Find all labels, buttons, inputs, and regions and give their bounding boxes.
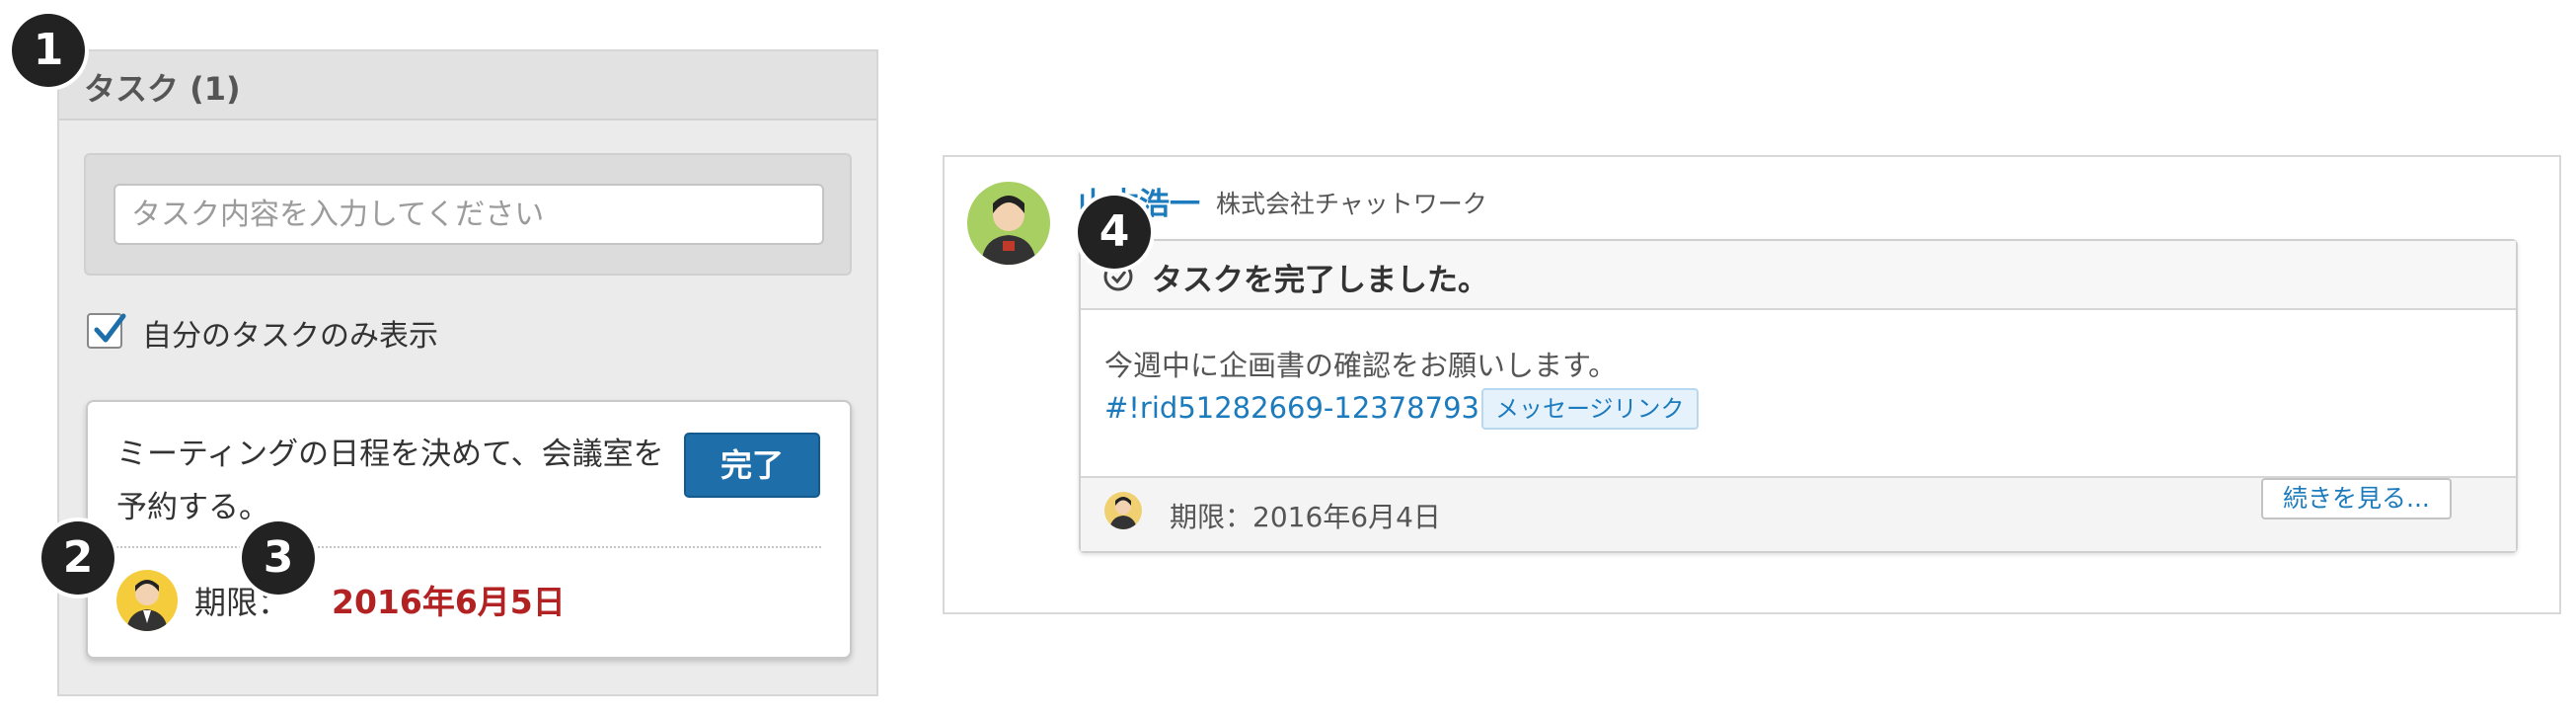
message-link[interactable]: #!rid51282669-1237879363 — [1104, 391, 1516, 425]
task-input-area — [84, 153, 852, 276]
chat-message: 山本浩一 株式会社チャットワーク タスクを完了しました。 今週中に企画書の確認を… — [943, 155, 2561, 614]
task-card: ミーティングの日程を決めて、会議室を予約する。 完了 期限： 2016年6月5日 — [86, 400, 852, 659]
complete-button[interactable]: 完了 — [684, 433, 820, 498]
task-body-text: 今週中に企画書の確認をお願いします。 — [1104, 349, 1618, 382]
task-completed-header: タスクを完了しました。 — [1081, 241, 2516, 310]
user-avatar-icon — [126, 580, 168, 631]
task-panel-header: タスク (1) — [59, 51, 876, 120]
sender-avatar[interactable] — [967, 182, 1050, 265]
task-completed-box: タスクを完了しました。 今週中に企画書の確認をお願いします。 #!rid5128… — [1079, 239, 2518, 553]
user-avatar-icon — [981, 196, 1036, 265]
due-date: 2016年6月5日 — [332, 583, 566, 621]
message-link-badge[interactable]: メッセージリンク — [1481, 388, 1699, 430]
task-description: ミーティングの日程を決めて、会議室を予約する。 — [116, 437, 664, 525]
task-panel-title: タスク (1) — [84, 70, 241, 108]
sender-organization: 株式会社チャットワーク — [1216, 190, 1487, 218]
task-divider — [116, 546, 821, 548]
task-box-footer: 続きを見る... 期限：2016年6月4日 — [1081, 476, 2516, 551]
checkbox-checked-icon — [94, 313, 126, 343]
read-more-button[interactable]: 続きを見る... — [2261, 478, 2452, 519]
assignee-avatar[interactable] — [116, 570, 178, 631]
callout-marker-3: 3 — [242, 521, 315, 595]
task-input[interactable] — [114, 184, 824, 245]
callout-marker-2: 2 — [41, 521, 114, 595]
my-tasks-only-checkbox[interactable] — [87, 313, 126, 349]
footer-due-date: 期限：2016年6月4日 — [1170, 501, 1441, 533]
callout-marker-4: 4 — [1078, 196, 1151, 269]
task-completed-title: タスクを完了しました。 — [1152, 263, 1488, 298]
user-avatar-icon — [1109, 497, 1137, 529]
my-tasks-only-label[interactable]: 自分のタスクのみ表示 — [142, 311, 438, 355]
callout-marker-1: 1 — [12, 14, 85, 87]
task-panel: タスク (1) 自分のタスクのみ表示 ミーティングの日程を決めて、会議室を予約す… — [57, 49, 878, 696]
assignee-avatar[interactable] — [1104, 492, 1142, 529]
